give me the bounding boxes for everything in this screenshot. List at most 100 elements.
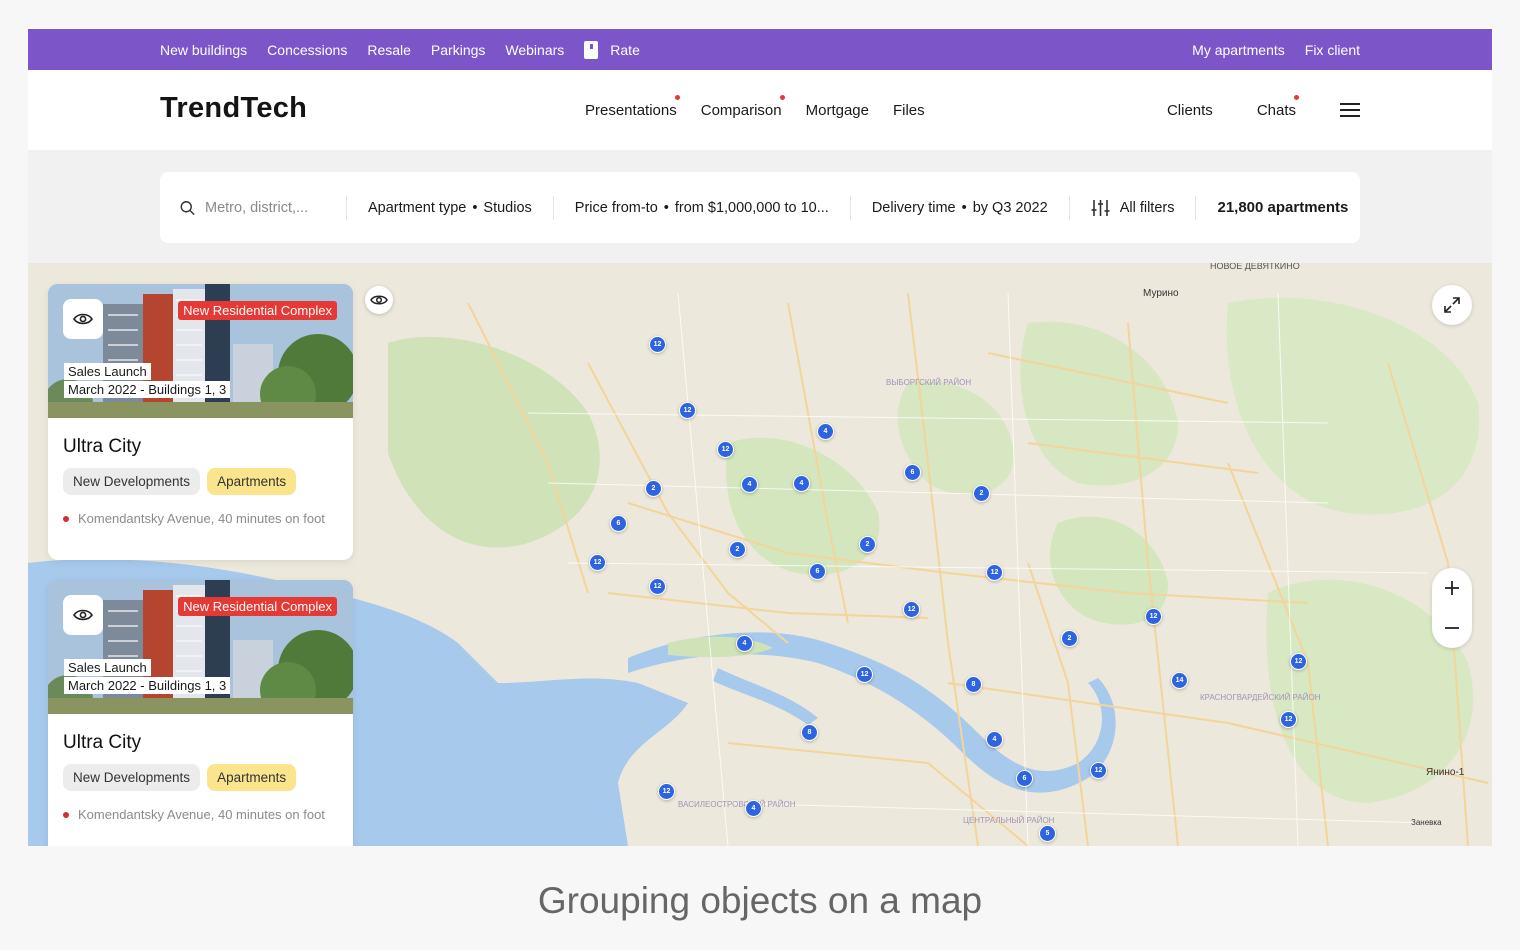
map-cluster[interactable]: 12 <box>1145 608 1162 625</box>
map-cluster[interactable]: 12 <box>589 554 606 571</box>
map-cluster[interactable]: 2 <box>645 480 662 497</box>
link-resale[interactable]: Resale <box>367 42 411 58</box>
plus-icon <box>1445 581 1459 595</box>
metro-text: Komendantsky Avenue, 40 minutes on foot <box>78 807 325 822</box>
menu-icon[interactable] <box>1340 103 1360 117</box>
top-bar: New buildings Concessions Resale Parking… <box>28 29 1492 70</box>
map-cluster[interactable]: 2 <box>1061 630 1078 647</box>
complex-photo: New Residential Complex Sales Launch Mar… <box>48 580 353 714</box>
map-cluster[interactable]: 12 <box>1290 653 1307 670</box>
complex-title[interactable]: Ultra City <box>63 732 141 754</box>
map-cluster[interactable]: 12 <box>1090 762 1107 779</box>
app-frame: New buildings Concessions Resale Parking… <box>28 29 1492 846</box>
complex-card[interactable]: New Residential Complex Sales Launch Mar… <box>48 580 353 846</box>
top-bar-nav: New buildings Concessions Resale Parking… <box>160 29 640 70</box>
map-cluster[interactable]: 4 <box>736 635 753 652</box>
zoom-control <box>1432 568 1472 648</box>
zoom-out-button[interactable] <box>1432 608 1472 648</box>
metro-info: Komendantsky Avenue, 40 minutes on foot <box>63 807 325 822</box>
link-concessions[interactable]: Concessions <box>267 42 347 58</box>
zoom-in-button[interactable] <box>1432 568 1472 608</box>
delivery-filter[interactable]: Delivery time • by Q3 2022 <box>849 195 1069 220</box>
tag-apartments[interactable]: Apartments <box>207 468 297 495</box>
map[interactable]: НОВОЕ ДЕВЯТКИНО Мурино Янино-1 Заневка В… <box>28 263 1492 846</box>
metro-icon <box>63 811 69 818</box>
map-label-yanino: Янино-1 <box>1426 767 1465 778</box>
tag-new-developments[interactable]: New Developments <box>63 764 201 791</box>
metro-icon <box>63 515 69 522</box>
apartment-type-value: Studios <box>483 199 532 216</box>
apartment-type-filter[interactable]: Apartment type • Studios <box>346 195 553 220</box>
map-cluster[interactable]: 12 <box>658 783 675 800</box>
map-cluster[interactable]: 4 <box>793 475 810 492</box>
map-cluster[interactable]: 12 <box>856 666 873 683</box>
apartments-count[interactable]: 21,800 apartments <box>1195 195 1369 220</box>
map-cluster[interactable]: 8 <box>801 724 818 741</box>
all-filters-button[interactable]: All filters <box>1068 195 1196 220</box>
map-cluster[interactable]: 12 <box>679 402 696 419</box>
complex-card[interactable]: New Residential Complex Sales Launch Mar… <box>48 284 353 560</box>
map-cluster[interactable]: 4 <box>817 423 834 440</box>
link-webinars[interactable]: Webinars <box>505 42 564 58</box>
map-cluster[interactable]: 12 <box>717 441 734 458</box>
map-cluster[interactable]: 6 <box>904 464 921 481</box>
map-cluster[interactable]: 12 <box>649 578 666 595</box>
nav-comparison[interactable]: Comparison <box>701 94 785 119</box>
map-cluster[interactable]: 6 <box>610 515 627 532</box>
nav-presentations[interactable]: Presentations <box>585 94 680 119</box>
minus-icon <box>1445 627 1459 629</box>
map-cluster[interactable]: 6 <box>809 563 826 580</box>
metro-info: Komendantsky Avenue, 40 minutes on foot <box>63 511 325 526</box>
link-new-buildings[interactable]: New buildings <box>160 42 247 58</box>
map-cluster[interactable]: 12 <box>903 601 920 618</box>
visibility-toggle[interactable] <box>365 286 393 314</box>
metro-text: Komendantsky Avenue, 40 minutes on foot <box>78 511 325 526</box>
page-caption: Grouping objects on a map <box>537 880 983 921</box>
nav-clients[interactable]: Clients <box>1167 102 1213 119</box>
top-bar-account: My apartments Fix client <box>1192 29 1360 70</box>
nav-mortgage[interactable]: Mortgage <box>806 102 869 119</box>
sliders-icon <box>1091 199 1110 216</box>
map-cluster[interactable]: 12 <box>986 564 1003 581</box>
nav-files[interactable]: Files <box>893 102 925 119</box>
map-cluster[interactable]: 14 <box>1171 672 1188 689</box>
link-rate[interactable]: Rate <box>584 40 640 59</box>
map-cluster[interactable]: 2 <box>859 536 876 553</box>
sales-launch-date: March 2022 - Buildings 1, 3 <box>64 677 231 694</box>
tag-apartments[interactable]: Apartments <box>207 764 297 791</box>
main-nav: Presentations Comparison Mortgage Files <box>585 70 925 150</box>
search-field[interactable] <box>160 196 346 220</box>
link-parkings[interactable]: Parkings <box>431 42 485 58</box>
map-cluster[interactable]: 12 <box>1280 711 1297 728</box>
map-label-vasileostr: ВАСИЛЕОСТРОВСКИЙ РАЙОН <box>678 800 796 809</box>
map-cluster[interactable]: 2 <box>729 541 746 558</box>
delivery-value: by Q3 2022 <box>972 199 1048 216</box>
link-fix-client[interactable]: Fix client <box>1305 42 1360 58</box>
eye-icon <box>73 609 93 621</box>
eye-icon <box>73 313 93 325</box>
fullscreen-button[interactable] <box>1432 285 1472 325</box>
price-filter[interactable]: Price from-to • from $1,000,000 to 10... <box>552 195 850 220</box>
map-cluster[interactable]: 5 <box>1039 825 1056 842</box>
map-cluster[interactable]: 12 <box>649 336 666 353</box>
filter-bar: Apartment type•Studios Price from-to•fro… <box>160 172 1360 243</box>
tag-new-developments[interactable]: New Developments <box>63 468 201 495</box>
map-cluster[interactable]: 2 <box>973 485 990 502</box>
link-my-apartments[interactable]: My apartments <box>1192 42 1285 58</box>
map-cluster[interactable]: 8 <box>965 676 982 693</box>
map-cluster[interactable]: 4 <box>745 800 762 817</box>
search-input[interactable] <box>205 199 325 216</box>
map-cluster[interactable]: 4 <box>741 476 758 493</box>
hide-card-button[interactable] <box>63 595 103 635</box>
map-label-novoe: НОВОЕ ДЕВЯТКИНО <box>1210 263 1300 271</box>
hide-card-button[interactable] <box>63 299 103 339</box>
complex-title[interactable]: Ultra City <box>63 436 141 458</box>
tags: New Developments Apartments <box>63 764 297 791</box>
map-cluster[interactable]: 4 <box>986 731 1003 748</box>
search-icon <box>180 200 195 215</box>
eye-icon <box>370 295 388 305</box>
map-label-zanevka: Заневка <box>1411 818 1442 827</box>
nav-chats[interactable]: Chats <box>1257 94 1300 119</box>
logo[interactable]: TrendTech <box>160 92 307 125</box>
map-cluster[interactable]: 6 <box>1016 770 1033 787</box>
